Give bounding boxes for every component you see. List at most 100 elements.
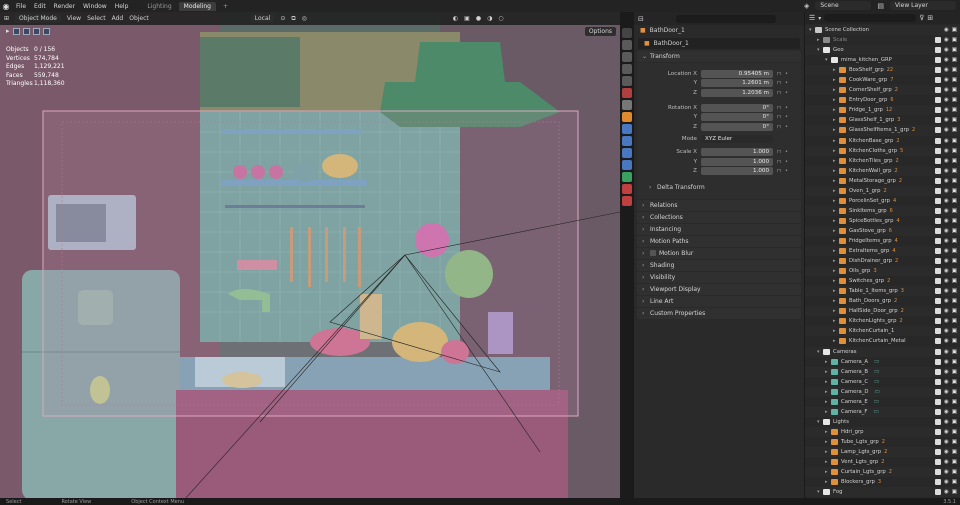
render-camera-icon[interactable]: ▣ xyxy=(952,57,957,63)
exclude-checkbox[interactable] xyxy=(934,348,941,355)
select-box-icon[interactable] xyxy=(12,27,20,35)
outliner-row[interactable]: ▸ BoxShelf_grp 22 ◉ ▣ xyxy=(805,65,960,76)
exclude-checkbox[interactable] xyxy=(934,147,941,154)
world-tab-icon[interactable] xyxy=(622,88,632,98)
object-mode-dropdown[interactable]: Object Mode xyxy=(15,14,61,23)
visibility-eye-icon[interactable]: ◉ xyxy=(944,349,949,355)
visibility-eye-icon[interactable]: ◉ xyxy=(944,439,949,445)
exclude-checkbox[interactable] xyxy=(934,67,941,74)
3d-viewport[interactable]: ⊞ Object Mode View Select Add Object Loc… xyxy=(0,12,620,498)
outliner-row[interactable]: ▸ Camera_B ▭ ◉ ▣ xyxy=(805,366,960,377)
collection-tab-icon[interactable] xyxy=(622,100,632,110)
editor-type-icon[interactable]: ⊞ xyxy=(4,15,9,22)
exclude-checkbox[interactable] xyxy=(934,258,941,265)
exclude-checkbox[interactable] xyxy=(934,428,941,435)
object-tab-icon[interactable] xyxy=(622,112,632,122)
outliner-search-input[interactable] xyxy=(824,14,917,22)
visibility-eye-icon[interactable]: ◉ xyxy=(944,57,949,63)
render-camera-icon[interactable]: ▣ xyxy=(952,489,957,495)
outliner-row[interactable]: ▸ KitchenLights_grp 2 ◉ ▣ xyxy=(805,316,960,326)
exclude-checkbox[interactable] xyxy=(934,408,941,415)
exclude-checkbox[interactable] xyxy=(934,378,941,385)
modifier-tab-icon[interactable] xyxy=(622,124,632,134)
filter-icon[interactable]: ⊽ xyxy=(919,14,924,22)
render-camera-icon[interactable]: ▣ xyxy=(952,238,957,244)
visibility-eye-icon[interactable]: ◉ xyxy=(944,127,949,133)
outliner-row[interactable]: ▸ KitchenTiles_grp 2 ◉ ▣ xyxy=(805,156,960,166)
outliner-row[interactable]: ▾ Lights ◉ ▣ xyxy=(805,417,960,427)
overlay-icon[interactable]: ◐ xyxy=(453,15,458,22)
visibility-eye-icon[interactable]: ◉ xyxy=(944,359,949,365)
render-camera-icon[interactable]: ▣ xyxy=(952,379,957,385)
exclude-checkbox[interactable] xyxy=(934,288,941,295)
render-camera-icon[interactable]: ▣ xyxy=(952,97,957,103)
visibility-eye-icon[interactable]: ◉ xyxy=(944,419,949,425)
outliner-row[interactable]: ▸ Fridge_1_grp 12 ◉ ▣ xyxy=(805,105,960,116)
visibility-eye-icon[interactable]: ◉ xyxy=(944,168,949,174)
exclude-checkbox[interactable] xyxy=(934,418,941,425)
keyframe-dot-icon[interactable]: • xyxy=(785,149,788,155)
exclude-checkbox[interactable] xyxy=(934,388,941,395)
exclude-checkbox[interactable] xyxy=(934,47,941,54)
lock-icon[interactable]: ⊓ xyxy=(777,149,785,155)
render-camera-icon[interactable]: ▣ xyxy=(952,188,957,194)
rotation-y-field[interactable]: 0° xyxy=(701,113,773,122)
outliner-row[interactable]: ▸ PorcelinSet_grp 4 ◉ ▣ xyxy=(805,196,960,206)
render-camera-icon[interactable]: ▣ xyxy=(952,288,957,294)
render-camera-icon[interactable]: ▣ xyxy=(952,107,957,113)
exclude-checkbox[interactable] xyxy=(934,328,941,335)
instancing-panel-header[interactable]: › Instancing xyxy=(637,223,801,235)
outliner-row[interactable]: ▸ Camera_C ▭ ◉ ▣ xyxy=(805,377,960,387)
keyframe-dot-icon[interactable]: • xyxy=(785,124,788,130)
render-camera-icon[interactable]: ▣ xyxy=(952,37,957,43)
exclude-checkbox[interactable] xyxy=(934,217,941,224)
outliner-row[interactable]: ▸ GlassShelf_1_grp 3 ◉ ▣ xyxy=(805,115,960,125)
exclude-checkbox[interactable] xyxy=(934,479,941,486)
outliner-row[interactable]: ▸ KitchenWall_grp 2 ◉ ▣ xyxy=(805,165,960,176)
particles-tab-icon[interactable] xyxy=(622,136,632,146)
visibility-eye-icon[interactable]: ◉ xyxy=(944,429,949,435)
visibility-eye-icon[interactable]: ◉ xyxy=(944,328,949,334)
menu-file[interactable]: File xyxy=(16,3,26,10)
menu-render[interactable]: Render xyxy=(54,3,75,10)
visibility-panel-header[interactable]: › Visibility xyxy=(637,271,801,283)
visibility-eye-icon[interactable]: ◉ xyxy=(944,248,949,254)
exclude-checkbox[interactable] xyxy=(934,489,941,496)
outliner-row[interactable]: ▸ KitchenCurtain_Metal ◉ ▣ xyxy=(805,336,960,346)
visibility-eye-icon[interactable]: ◉ xyxy=(944,298,949,304)
outliner-row[interactable]: ▸ Tube_Lgts_grp 2 ◉ ▣ xyxy=(805,437,960,447)
render-camera-icon[interactable]: ▣ xyxy=(952,318,957,324)
visibility-eye-icon[interactable]: ◉ xyxy=(944,318,949,324)
exclude-checkbox[interactable] xyxy=(934,338,941,345)
exclude-checkbox[interactable] xyxy=(934,398,941,405)
scale-y-field[interactable]: 1.000 xyxy=(701,157,773,166)
visibility-eye-icon[interactable]: ◉ xyxy=(944,158,949,164)
outliner-row[interactable]: ▸ FridgeItems_grp 4 ◉ ▣ xyxy=(805,236,960,246)
constraints-tab-icon[interactable] xyxy=(622,160,632,170)
render-camera-icon[interactable]: ▣ xyxy=(952,449,957,455)
render-camera-icon[interactable]: ▣ xyxy=(952,148,957,154)
keyframe-dot-icon[interactable]: • xyxy=(785,159,788,165)
exclude-checkbox[interactable] xyxy=(934,87,941,94)
xray-icon[interactable]: ▣ xyxy=(464,15,470,22)
visibility-eye-icon[interactable]: ◉ xyxy=(944,47,949,53)
keyframe-dot-icon[interactable]: • xyxy=(785,90,788,96)
view-menu[interactable]: View xyxy=(67,15,81,22)
exclude-checkbox[interactable] xyxy=(934,117,941,124)
display-mode-icon[interactable]: ▾ xyxy=(818,15,821,22)
tab-modeling[interactable]: Modeling xyxy=(178,1,216,11)
outliner-row[interactable]: ▸ Switches_grp 2 ◉ ▣ xyxy=(805,276,960,286)
visibility-eye-icon[interactable]: ◉ xyxy=(944,399,949,405)
visibility-eye-icon[interactable]: ◉ xyxy=(944,258,949,264)
properties-search-input[interactable] xyxy=(675,14,776,23)
exclude-checkbox[interactable] xyxy=(934,97,941,104)
keyframe-dot-icon[interactable]: • xyxy=(785,168,788,174)
exclude-checkbox[interactable] xyxy=(934,278,941,285)
outliner-row[interactable]: ▸ Camera_E ▭ ◉ ▣ xyxy=(805,397,960,407)
outliner-row[interactable]: ▸ Hdri_grp ◉ ▣ xyxy=(805,426,960,437)
outliner-row[interactable]: ▾ Cameras ◉ ▣ xyxy=(805,346,960,357)
visibility-eye-icon[interactable]: ◉ xyxy=(944,37,949,43)
add-menu[interactable]: Add xyxy=(112,15,124,22)
visibility-eye-icon[interactable]: ◉ xyxy=(944,268,949,274)
exclude-checkbox[interactable] xyxy=(934,298,941,305)
